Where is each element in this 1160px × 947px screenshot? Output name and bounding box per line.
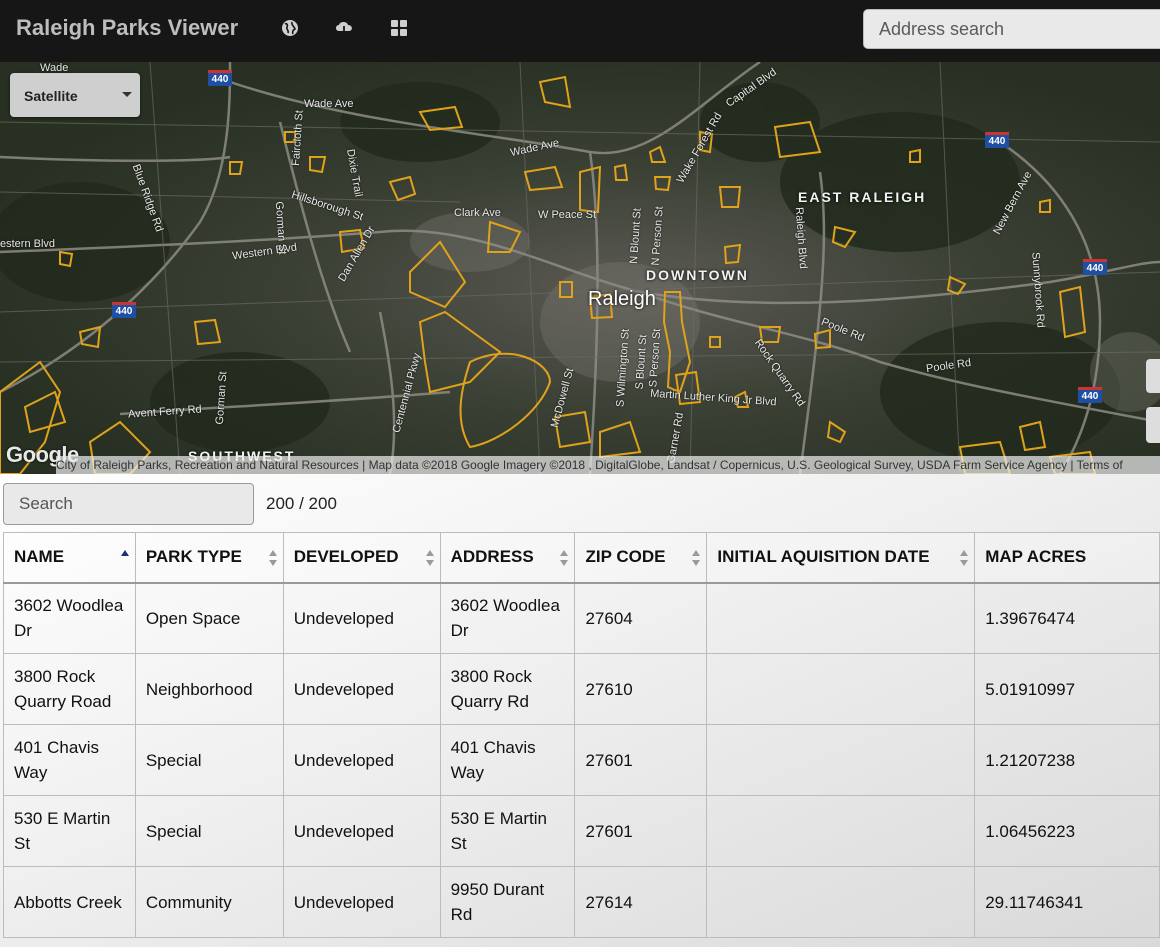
column-header-label: NAME <box>14 547 65 567</box>
column-header-label: MAP ACRES <box>985 547 1087 567</box>
cell-zip: 27601 <box>574 724 708 796</box>
cell-developed: Undeveloped <box>282 582 441 654</box>
cell-developed: Undeveloped <box>282 795 441 867</box>
cell-park-type: Open Space <box>134 582 284 654</box>
grid-icon[interactable] <box>389 18 409 38</box>
column-header-zip-code[interactable]: ZIP CODE <box>574 532 708 584</box>
cell-park-type: Special <box>134 795 284 867</box>
map-label-raleigh: Raleigh <box>588 288 656 310</box>
cell-zip: 27604 <box>574 582 708 654</box>
cell-acquisition-date <box>706 866 976 938</box>
column-header-developed[interactable]: DEVELOPED <box>282 532 441 584</box>
basemap-select[interactable]: Satellite <box>10 73 140 117</box>
cell-acquisition-date <box>706 582 976 654</box>
map-label-downtown: DOWNTOWN <box>646 267 749 283</box>
cell-name: 530 E Martin St <box>3 795 136 867</box>
map-label-western-blvd-2: estern Blvd <box>0 238 56 250</box>
cloud-download-icon[interactable] <box>334 18 354 38</box>
map-label-wade-top: Wade <box>40 62 69 74</box>
app-title: Raleigh Parks Viewer <box>16 15 239 40</box>
table-header-row: NAME PARK TYPE DEVELOPED ADDRESS ZIP COD… <box>3 532 1160 584</box>
sort-icon <box>268 550 277 566</box>
cell-park-type: Neighborhood <box>134 653 284 725</box>
cell-map-acres: 1.39676474 <box>974 582 1160 654</box>
top-navbar: Raleigh Parks Viewer Address search <box>0 0 1160 62</box>
column-header-label: ADDRESS <box>450 547 534 567</box>
sort-icon <box>560 550 569 566</box>
table-row[interactable]: 3800 Rock Quarry Road Neighborhood Undev… <box>3 653 1160 725</box>
cell-zip: 27610 <box>574 653 708 725</box>
result-count: 200 / 200 <box>266 494 337 513</box>
cell-acquisition-date <box>706 653 976 725</box>
column-header-label: PARK TYPE <box>145 547 242 567</box>
basemap-select-value: Satellite <box>24 88 78 104</box>
cell-zip: 27601 <box>574 795 708 867</box>
table-row[interactable]: 3602 Woodlea Dr Open Space Undeveloped 3… <box>3 582 1160 654</box>
cell-map-acres: 1.06456223 <box>974 795 1160 867</box>
sort-ascending-icon <box>120 550 129 566</box>
interstate-shield: 440 <box>1078 387 1102 403</box>
map-label-clark-ave: Clark Ave <box>454 207 501 219</box>
map-label-w-peace: W Peace St <box>538 209 597 221</box>
map-control-button[interactable] <box>1146 359 1160 393</box>
map-control-button[interactable] <box>1146 407 1160 443</box>
cell-name: 3800 Rock Quarry Road <box>3 653 136 725</box>
map-attribution: City of Raleigh Parks, Recreation and Na… <box>56 456 1160 474</box>
cell-park-type: Special <box>134 724 284 796</box>
cell-address: 530 E Martin St <box>439 795 576 867</box>
cell-address: 3602 Woodlea Dr <box>439 582 576 654</box>
cell-zip: 27614 <box>574 866 708 938</box>
column-header-park-type[interactable]: PARK TYPE <box>134 532 284 584</box>
column-header-label: ZIP CODE <box>585 547 666 567</box>
cell-address: 401 Chavis Way <box>439 724 576 796</box>
cell-acquisition-date <box>706 795 976 867</box>
sort-icon <box>960 550 969 566</box>
interstate-shield: 440 <box>112 302 136 318</box>
cell-name: Abbotts Creek <box>3 866 136 938</box>
cell-map-acres: 29.11746341 <box>974 866 1160 938</box>
map-label-wade-ave: Wade Ave <box>304 98 354 110</box>
column-header-name[interactable]: NAME <box>3 532 136 584</box>
interstate-shield: 440 <box>985 132 1009 148</box>
cell-map-acres: 1.21207238 <box>974 724 1160 796</box>
cell-developed: Undeveloped <box>282 724 441 796</box>
cell-name: 401 Chavis Way <box>3 724 136 796</box>
column-header-address[interactable]: ADDRESS <box>439 532 576 584</box>
sort-icon <box>692 550 701 566</box>
cell-park-type: Community <box>134 866 284 938</box>
map-label-east-raleigh: EAST RALEIGH <box>798 189 927 205</box>
cell-address: 9950 Durant Rd <box>439 866 576 938</box>
column-header-label: DEVELOPED <box>293 547 399 567</box>
map-view[interactable]: Satellite 440 440 440 440 440 EAST RALEI… <box>0 62 1160 474</box>
globe-icon[interactable] <box>280 18 300 38</box>
cell-map-acres: 5.01910997 <box>974 653 1160 725</box>
table-row[interactable]: 401 Chavis Way Special Undeveloped 401 C… <box>3 724 1160 796</box>
cell-developed: Undeveloped <box>282 866 441 938</box>
cell-developed: Undeveloped <box>282 653 441 725</box>
table-row[interactable]: 530 E Martin St Special Undeveloped 530 … <box>3 795 1160 867</box>
cell-address: 3800 Rock Quarry Rd <box>439 653 576 725</box>
chevron-down-icon <box>122 92 132 97</box>
interstate-shield: 440 <box>208 70 232 86</box>
table-row[interactable]: Abbotts Creek Community Undeveloped 9950… <box>3 866 1160 938</box>
table-search-input[interactable]: Search <box>3 483 254 525</box>
parks-table: NAME PARK TYPE DEVELOPED ADDRESS ZIP COD… <box>3 532 1160 938</box>
column-header-map-acres[interactable]: MAP ACRES <box>974 532 1160 584</box>
cell-name: 3602 Woodlea Dr <box>3 582 136 654</box>
address-search-input[interactable]: Address search <box>863 9 1160 49</box>
cell-acquisition-date <box>706 724 976 796</box>
table-panel: Search 200 / 200 NAME PARK TYPE DEVELOPE… <box>0 474 1160 947</box>
column-header-label: INITIAL AQUISITION DATE <box>717 547 930 567</box>
sort-icon <box>425 550 434 566</box>
column-header-acquisition-date[interactable]: INITIAL AQUISITION DATE <box>706 532 976 584</box>
interstate-shield: 440 <box>1083 259 1107 275</box>
